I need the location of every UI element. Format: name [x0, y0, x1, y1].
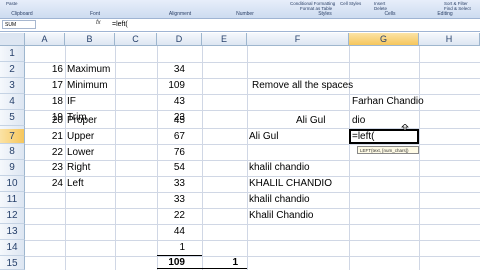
gridline [247, 46, 248, 270]
column-header-c[interactable]: C [115, 33, 157, 46]
column-header-b[interactable]: B [65, 33, 115, 46]
ribbon-group-clipboard: Clipboard [11, 11, 33, 17]
row-header-12[interactable]: 12 [0, 208, 25, 224]
ribbon: Paste Clipboard Font Alignment Number Co… [0, 0, 480, 19]
cell-b8[interactable]: Lower [67, 145, 94, 161]
row-header-4[interactable]: 4 [0, 94, 25, 110]
ribbon-group-alignment: Alignment [168, 11, 192, 17]
select-all-corner[interactable] [0, 33, 25, 46]
row-header-11[interactable]: 11 [0, 192, 25, 208]
cell-d3[interactable]: 109 [157, 78, 185, 94]
row-header-14[interactable]: 14 [0, 240, 25, 256]
cell-d2[interactable]: 34 [157, 62, 185, 78]
cell-b6[interactable]: Proper [67, 113, 97, 129]
mouse-cursor-icon [401, 124, 409, 131]
cell-f7[interactable]: Ali Gul [249, 129, 278, 145]
gridline [65, 46, 66, 270]
insert-function-icon[interactable]: fx [96, 20, 101, 26]
ribbon-group-number: Number [236, 11, 254, 17]
cell-f10[interactable]: KHALIL CHANDIO [249, 176, 332, 192]
cell-d14[interactable]: 1 [157, 240, 185, 256]
cell-a4[interactable]: 18 [25, 94, 63, 110]
column-header-f[interactable]: F [247, 33, 349, 46]
row-header-15[interactable]: 15 [0, 256, 25, 270]
cell-f4[interactable]: Remove all the spaces [252, 78, 353, 94]
ribbon-group-cells: Cells [384, 11, 396, 17]
cell-d8[interactable]: 76 [157, 145, 185, 161]
gridline [25, 240, 480, 241]
cell-d10[interactable]: 33 [157, 176, 185, 192]
gridline [419, 46, 420, 270]
column-header-h[interactable]: H [419, 33, 480, 46]
row-header-13[interactable]: 13 [0, 224, 25, 240]
row-header-7[interactable]: 7 [0, 129, 25, 144]
cell-a8[interactable]: 22 [25, 145, 63, 161]
formula-input[interactable]: =left( [112, 20, 128, 29]
ribbon-group-font: Font [89, 11, 100, 17]
gridline [25, 256, 480, 257]
cell-f6[interactable]: Ali Gul [296, 113, 325, 129]
cell-b10[interactable]: Left [67, 176, 84, 192]
cell-d13[interactable]: 44 [157, 224, 185, 240]
ribbon-group-editing: Editing [437, 11, 453, 17]
column-header-d[interactable]: D [157, 33, 202, 46]
cell-f11[interactable]: khalil chandio [249, 192, 310, 208]
cell-d9[interactable]: 54 [157, 160, 185, 176]
cell-a3[interactable]: 17 [25, 78, 63, 94]
function-tooltip[interactable]: LEFT(text, [num_chars]) [357, 146, 419, 154]
row-header-2[interactable]: 2 [0, 62, 25, 78]
row-header-10[interactable]: 10 [0, 176, 25, 192]
cell-a2[interactable]: 16 [25, 62, 63, 78]
sum-border-bottom [157, 268, 247, 269]
cell-b7[interactable]: Upper [67, 129, 94, 145]
cell-d7[interactable]: 67 [157, 129, 185, 145]
gridline [115, 46, 116, 270]
gridline [202, 46, 203, 270]
formula-bar: SUM fx =left( [0, 19, 480, 32]
row-header-3[interactable]: 3 [0, 78, 25, 94]
row-header-1[interactable]: 1 [0, 46, 25, 62]
row-header-5[interactable]: 5 [0, 110, 25, 126]
cell-b4[interactable]: IF [67, 94, 76, 110]
row-header-8[interactable]: 8 [0, 144, 25, 160]
cell-f12[interactable]: Khalil Chandio [249, 208, 314, 224]
column-header-a[interactable]: A [25, 33, 65, 46]
cell-f9[interactable]: khalil chandio [249, 160, 310, 176]
column-header-g[interactable]: G [349, 33, 419, 46]
cell-a7[interactable]: 21 [25, 129, 63, 145]
cell-a6-value[interactable]: 20 [25, 113, 63, 129]
cell-g6[interactable]: dio [352, 113, 365, 129]
cell-d6[interactable]: 45 [157, 113, 185, 129]
cell-g5[interactable]: Farhan Chandio [352, 94, 424, 110]
cell-b3[interactable]: Minimum [67, 78, 108, 94]
column-header-e[interactable]: E [202, 33, 247, 46]
paste-button[interactable]: Paste [6, 1, 18, 6]
cell-a10[interactable]: 24 [25, 176, 63, 192]
cell-g7-editing[interactable]: =left( [352, 129, 375, 145]
ribbon-group-styles: Styles [318, 11, 332, 17]
name-box[interactable]: SUM [2, 20, 36, 29]
cell-b2[interactable]: Maximum [67, 62, 110, 78]
cell-d11[interactable]: 33 [157, 192, 185, 208]
cell-d4[interactable]: 43 [157, 94, 185, 110]
gridline [25, 110, 480, 111]
gridline [25, 224, 480, 225]
cell-a9[interactable]: 23 [25, 160, 63, 176]
row-header-9[interactable]: 9 [0, 160, 25, 176]
cell-d12[interactable]: 22 [157, 208, 185, 224]
cell-styles-button[interactable]: Cell Styles [340, 1, 361, 6]
cell-b9[interactable]: Right [67, 160, 90, 176]
